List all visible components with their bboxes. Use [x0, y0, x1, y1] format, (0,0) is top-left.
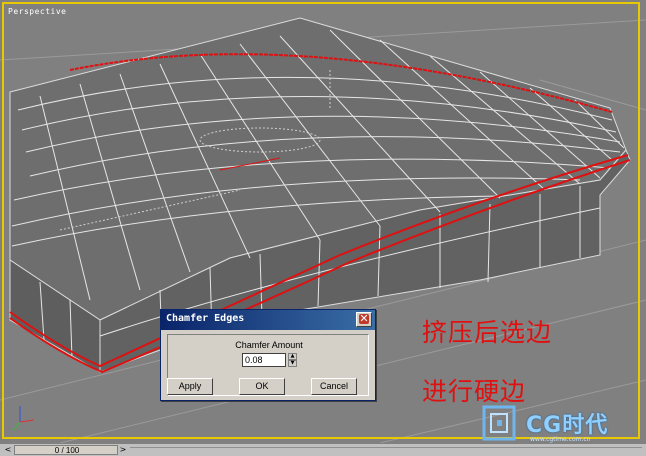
close-button[interactable]: ✕ — [356, 312, 372, 327]
apply-button[interactable]: Apply — [167, 378, 213, 395]
ok-button[interactable]: OK — [239, 378, 285, 395]
timeline-next-button[interactable]: > — [118, 445, 128, 455]
annotation-line-1: 挤压后选边 — [422, 318, 553, 347]
logo-url: www.cgtime.com.cn — [530, 436, 591, 443]
close-icon: ✕ — [359, 312, 369, 325]
timeline-track[interactable] — [130, 447, 642, 454]
cancel-button[interactable]: Cancel — [311, 378, 357, 395]
frame-counter: 0 / 100 — [54, 446, 80, 455]
chamfer-amount-label: Chamfer Amount — [235, 340, 303, 350]
cg-logo-icon — [482, 405, 516, 441]
chamfer-amount-input[interactable]: 0.08 — [242, 353, 286, 367]
time-slider-bar: < 0 / 100 > — [0, 443, 646, 456]
chamfer-edges-dialog: Chamfer Edges ✕ Chamfer Amount 0.08 ▲ ▼ … — [160, 309, 376, 401]
spinner-up-down-icon[interactable]: ▲ ▼ — [288, 353, 297, 367]
viewport-label[interactable]: Perspective — [8, 7, 66, 16]
cg-time-logo: CG时代 www.cgtime.com.cn — [482, 405, 642, 443]
dialog-title: Chamfer Edges — [166, 313, 245, 324]
spinner-up-button[interactable]: ▲ — [288, 353, 297, 360]
perspective-viewport[interactable]: Perspective 挤压后选边 进行硬边 CG时代 www.cgtime.c… — [0, 0, 646, 443]
timeline-prev-button[interactable]: < — [2, 445, 14, 455]
time-slider[interactable]: 0 / 100 — [14, 445, 118, 455]
annotation-line-2: 进行硬边 — [422, 377, 527, 406]
logo-text: CG时代 — [526, 413, 609, 438]
spinner-down-button[interactable]: ▼ — [288, 360, 297, 367]
dialog-titlebar[interactable]: Chamfer Edges ✕ — [161, 310, 375, 330]
